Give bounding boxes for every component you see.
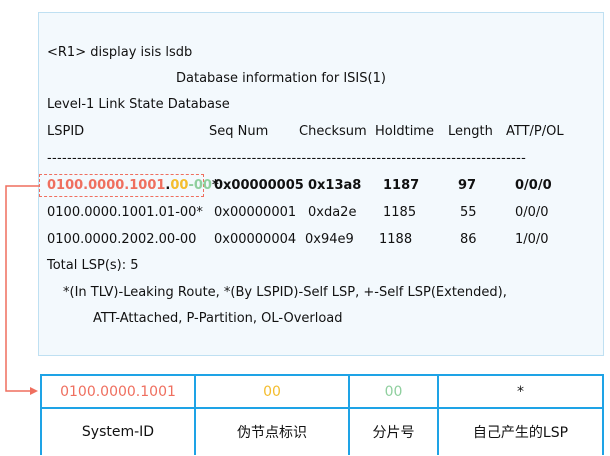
- cell-system-id-label: System-ID: [40, 407, 196, 455]
- cell-pseudo-value: 00: [194, 374, 350, 409]
- cell-self-label: 自己产生的LSP: [437, 407, 604, 455]
- lspid-breakdown-table: 0100.0000.1001 00 00 * System-ID 伪节点标识 分…: [40, 374, 604, 455]
- cell-system-id-value: 0100.0000.1001: [40, 374, 196, 409]
- cell-pseudo-label: 伪节点标识: [194, 407, 350, 455]
- cell-frag-value: 00: [348, 374, 439, 409]
- cell-frag-label: 分片号: [348, 407, 439, 455]
- cell-self-value: *: [437, 374, 604, 409]
